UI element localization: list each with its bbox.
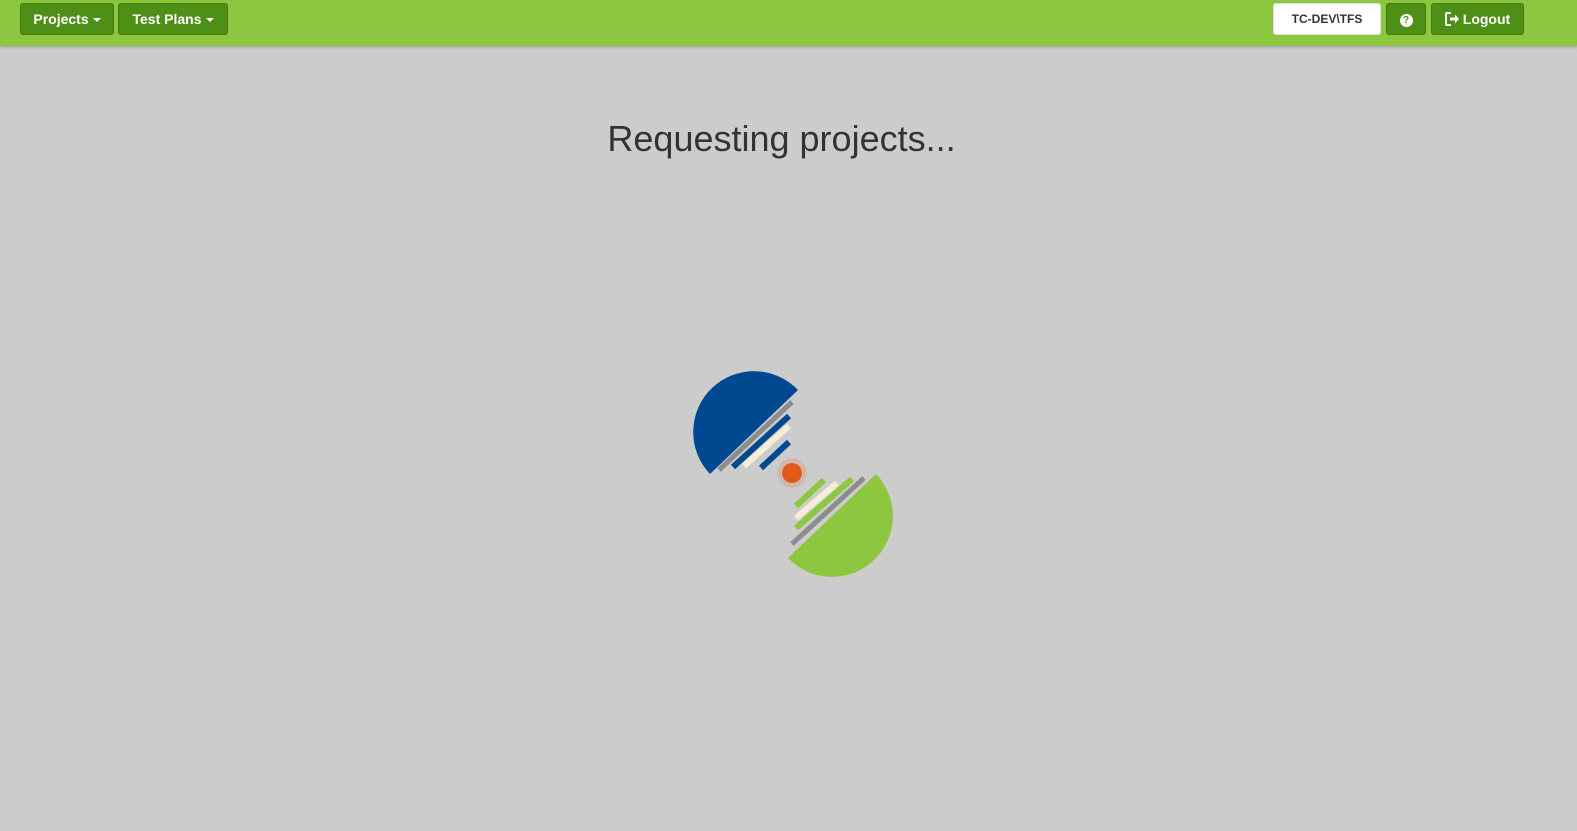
test-plans-label: Test Plans (132, 11, 202, 27)
test-plans-dropdown-button[interactable]: Test Plans (118, 3, 228, 35)
sign-out-icon (1444, 6, 1460, 36)
projects-label: Projects (33, 11, 89, 27)
top-navbar: Projects Test Plans TC-DEV\TFS ? Logout (0, 0, 1577, 46)
caret-down-icon (92, 18, 101, 23)
server-connection-button[interactable]: TC-DEV\TFS (1273, 3, 1381, 35)
loading-spinner (688, 368, 898, 585)
server-label: TC-DEV\TFS (1291, 12, 1363, 26)
help-button[interactable]: ? (1386, 3, 1426, 35)
logout-button[interactable]: Logout (1431, 3, 1524, 35)
loader-dot (782, 463, 802, 483)
logout-label: Logout (1462, 11, 1511, 27)
question-circle-icon: ? (1399, 14, 1413, 27)
caret-down-icon (205, 18, 214, 23)
projects-dropdown-button[interactable]: Projects (20, 3, 114, 35)
page-title: Requesting projects... (607, 118, 956, 159)
